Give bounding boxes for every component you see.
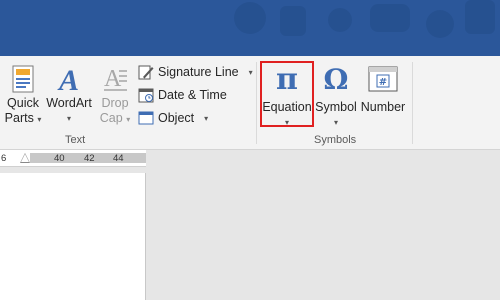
ruler-tick: 40 (54, 153, 65, 164)
wordart-label: WordArt (46, 96, 92, 110)
number-button[interactable]: # Number (360, 62, 406, 115)
ruler-tick: 42 (84, 153, 95, 164)
document-background (147, 150, 500, 300)
symbol-label: Symbol (315, 100, 357, 114)
svg-text:A: A (57, 64, 79, 94)
date-time-label: Date & Time (158, 88, 227, 102)
horizontal-ruler[interactable]: 6 40 42 44 (0, 150, 146, 167)
object-button[interactable]: Object ▾ (138, 110, 208, 126)
number-label: Number (360, 100, 406, 114)
indent-marker[interactable] (21, 154, 29, 162)
object-icon (138, 110, 154, 126)
title-bar (0, 0, 500, 56)
signature-line-icon (138, 64, 154, 80)
date-time-button[interactable]: Date & Time (138, 87, 227, 103)
chevron-down-icon: ▾ (248, 67, 253, 77)
drop-cap-label-line1: Drop (101, 96, 129, 110)
wordart-button[interactable]: A WordArt ▾ (44, 62, 94, 126)
calendar-icon (138, 87, 154, 103)
ruler-tick: 6 (1, 153, 7, 164)
number-icon: # (363, 62, 403, 96)
chevron-down-icon: ▾ (204, 113, 209, 123)
text-group-label: Text (65, 134, 86, 146)
drop-cap-icon: A (100, 62, 130, 96)
document-page[interactable] (0, 173, 146, 300)
quick-parts-label-line2: Parts ▾ (4, 111, 42, 125)
signature-line-button[interactable]: Signature Line ▾ (138, 64, 253, 80)
title-bar-pattern (234, 0, 495, 38)
chevron-down-icon: ▾ (333, 118, 338, 127)
chevron-down-icon: ▾ (126, 115, 131, 124)
ruler-tick: 44 (113, 153, 124, 164)
group-separator (256, 62, 257, 144)
signature-line-label: Signature Line (158, 65, 239, 79)
svg-text:A: A (104, 66, 122, 92)
quick-parts-button[interactable]: Quick Parts ▾ (4, 62, 42, 127)
symbols-group-label: Symbols (314, 134, 357, 146)
ribbon: Quick Parts ▾ A WordArt ▾ A Drop Cap ▾ S… (0, 56, 500, 150)
chevron-down-icon: ▾ (66, 114, 71, 123)
chevron-down-icon: ▾ (37, 115, 42, 124)
equation-highlight-box (260, 61, 314, 127)
symbol-button[interactable]: Ω Symbol ▾ (314, 62, 358, 130)
wordart-icon: A (49, 62, 89, 96)
quick-parts-label-line1: Quick (7, 96, 39, 110)
drop-cap-label-line2: Cap ▾ (99, 111, 131, 125)
group-separator (412, 62, 413, 144)
drop-cap-button[interactable]: A Drop Cap ▾ (97, 62, 133, 127)
number-glyph: # (379, 77, 387, 88)
object-label: Object (158, 111, 195, 125)
quick-parts-icon (8, 62, 38, 96)
omega-icon: Ω (323, 62, 349, 96)
